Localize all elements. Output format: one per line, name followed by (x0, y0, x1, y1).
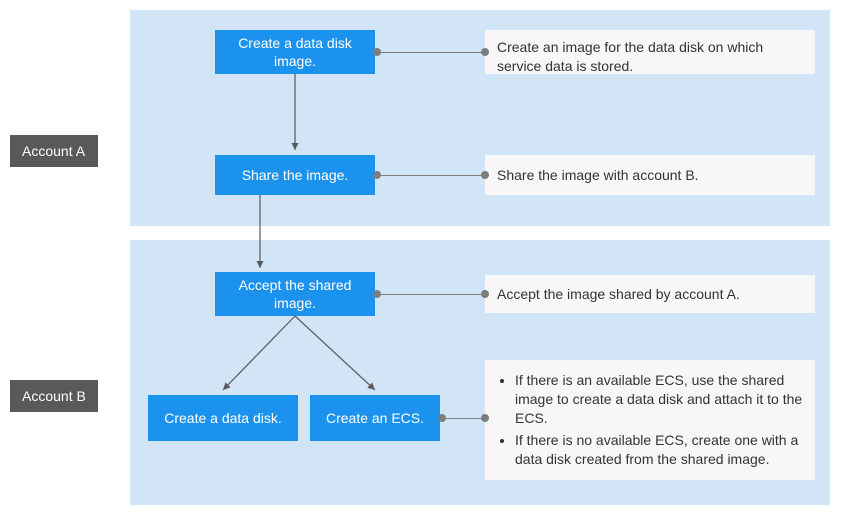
connector-dot-icon (373, 290, 381, 298)
account-a-label: Account A (10, 135, 98, 167)
connector-dot-icon (373, 48, 381, 56)
desc-share-image: Share the image with account B. (485, 155, 815, 195)
account-b-label: Account B (10, 380, 98, 412)
desc-create-options-bullet-2: If there is no available ECS, create one… (515, 431, 803, 469)
desc-accept-shared-image: Accept the image shared by account A. (485, 275, 815, 313)
step-create-data-disk-image: Create a data disk image. (215, 30, 375, 74)
connector-dot-icon (438, 414, 446, 422)
desc-create-options-bullet-1: If there is an available ECS, use the sh… (515, 371, 803, 428)
connector-dot-icon (481, 48, 489, 56)
step-create-data-disk: Create a data disk. (148, 395, 298, 441)
desc-create-options: If there is an available ECS, use the sh… (485, 360, 815, 480)
step-share-image: Share the image. (215, 155, 375, 195)
connector-dot-icon (373, 171, 381, 179)
connector-line (381, 52, 485, 53)
connector-dot-icon (481, 414, 489, 422)
step-accept-shared-image: Accept the shared image. (215, 272, 375, 316)
connector-dot-icon (481, 290, 489, 298)
connector-line (446, 418, 485, 419)
step-create-ecs: Create an ECS. (310, 395, 440, 441)
connector-line (381, 175, 485, 176)
connector-line (381, 294, 485, 295)
connector-dot-icon (481, 171, 489, 179)
desc-create-data-disk-image: Create an image for the data disk on whi… (485, 30, 815, 74)
